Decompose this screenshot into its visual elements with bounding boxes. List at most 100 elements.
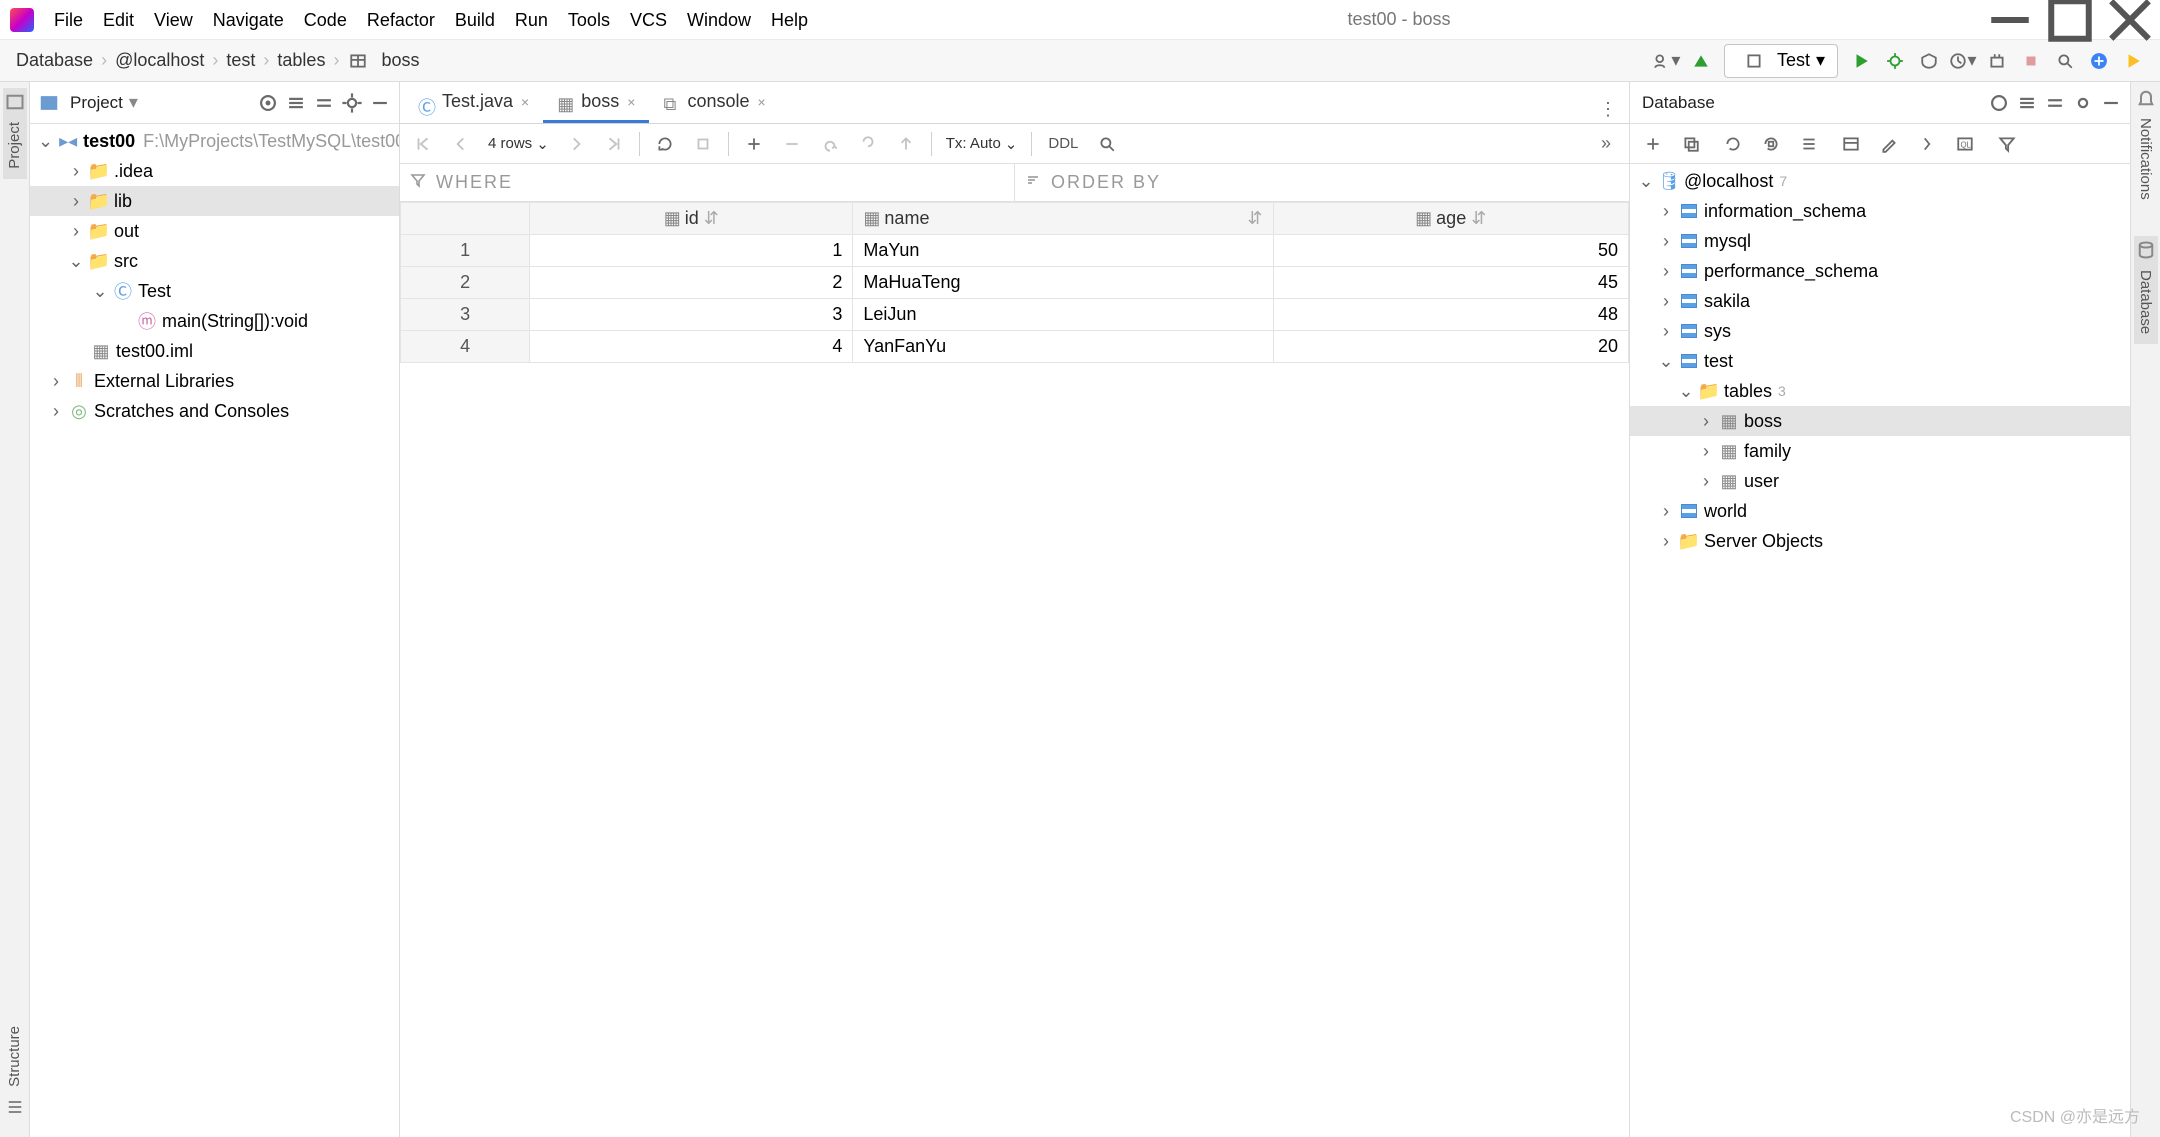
breadcrumb-item[interactable]: boss (375, 50, 425, 71)
datasource-node[interactable]: ⌄🛢@localhost7 (1630, 166, 2130, 196)
schema-node[interactable]: ›mysql (1630, 226, 2130, 256)
chevron-right-icon[interactable]: › (1698, 413, 1714, 429)
hide-icon[interactable] (369, 92, 391, 114)
stop-refresh-icon[interactable] (1757, 130, 1785, 158)
chevron-down-icon[interactable]: ⌄ (1678, 383, 1694, 399)
delete-row-icon[interactable] (778, 130, 806, 158)
result-table[interactable]: ▦id ⇵ ▦name ⇵ ▦age ⇵ 1 1 MaYun 502 2 MaH… (400, 202, 1629, 363)
tab-console[interactable]: ⧉console× (649, 83, 779, 123)
chevron-right-icon[interactable]: › (1698, 443, 1714, 459)
corner-cell[interactable] (401, 203, 530, 235)
tree-node[interactable]: ›⫴External Libraries (30, 366, 399, 396)
tree-node[interactable]: ›◎Scratches and Consoles (30, 396, 399, 426)
query-console-icon[interactable]: QL (1951, 130, 1979, 158)
gutter-notifications[interactable]: Notifications (2136, 88, 2156, 206)
schema-node[interactable]: ›world (1630, 496, 2130, 526)
tree-node[interactable]: ⌄ⒸTest (30, 276, 399, 306)
table-view-icon[interactable] (1837, 130, 1865, 158)
cell-age[interactable]: 20 (1273, 331, 1629, 363)
chevron-right-icon[interactable]: › (1658, 233, 1674, 249)
ddl-button[interactable]: DDL (1040, 135, 1086, 152)
prev-page-icon[interactable] (447, 130, 475, 158)
row-count[interactable]: 4 rows ⌄ (482, 135, 555, 153)
close-icon[interactable]: × (627, 94, 635, 110)
commit-icon[interactable] (854, 130, 882, 158)
chevron-down-icon[interactable]: ⌄ (38, 133, 53, 149)
hide-icon[interactable] (2100, 92, 2122, 114)
tab-test-java[interactable]: ⒸTest.java× (404, 83, 543, 123)
chevron-right-icon[interactable]: › (1658, 263, 1674, 279)
cell-id[interactable]: 1 (530, 235, 853, 267)
database-tree[interactable]: ⌄🛢@localhost7 ›information_schema ›mysql… (1630, 164, 2130, 1137)
collapse-all-icon[interactable] (313, 92, 335, 114)
breadcrumb-item[interactable]: test (220, 50, 261, 71)
debug-button[interactable] (1881, 47, 1909, 75)
cell-name[interactable]: MaYun (853, 235, 1273, 267)
table-row[interactable]: 1 1 MaYun 50 (401, 235, 1629, 267)
settings-icon[interactable] (341, 92, 363, 114)
coverage-button[interactable] (1915, 47, 1943, 75)
cell-age[interactable]: 45 (1273, 267, 1629, 299)
column-header-id[interactable]: ▦id ⇵ (530, 203, 853, 235)
menu-view[interactable]: View (144, 0, 203, 40)
close-icon[interactable]: × (521, 94, 529, 110)
row-number[interactable]: 4 (401, 331, 530, 363)
cell-name[interactable]: YanFanYu (853, 331, 1273, 363)
cell-name[interactable]: MaHuaTeng (853, 267, 1273, 299)
build-icon[interactable] (1687, 47, 1715, 75)
rollback-icon[interactable] (1795, 130, 1823, 158)
cell-id[interactable]: 4 (530, 331, 853, 363)
run-configuration[interactable]: Test ▾ (1724, 44, 1838, 78)
menu-edit[interactable]: Edit (93, 0, 144, 40)
chevron-down-icon[interactable]: ⌄ (1658, 353, 1674, 369)
cell-id[interactable]: 3 (530, 299, 853, 331)
table-row[interactable]: 3 3 LeiJun 48 (401, 299, 1629, 331)
add-datasource-icon[interactable] (1639, 130, 1667, 158)
table-row[interactable]: 4 4 YanFanYu 20 (401, 331, 1629, 363)
chevron-right-icon[interactable]: › (68, 163, 84, 179)
select-opened-icon[interactable] (1988, 92, 2010, 114)
chevron-right-icon[interactable]: › (1658, 323, 1674, 339)
reload-icon[interactable] (651, 130, 679, 158)
tree-node[interactable]: ⓜmain(String[]):void (30, 306, 399, 336)
table-node-family[interactable]: ›▦family (1630, 436, 2130, 466)
table-node-boss[interactable]: ›▦boss (1630, 406, 2130, 436)
last-page-icon[interactable] (600, 130, 628, 158)
first-page-icon[interactable] (409, 130, 437, 158)
maximize-button[interactable] (2040, 0, 2100, 40)
minimize-button[interactable] (1980, 0, 2040, 40)
next-page-icon[interactable] (562, 130, 590, 158)
close-button[interactable] (2100, 0, 2160, 40)
jump-to-console-icon[interactable] (1913, 130, 1941, 158)
select-opened-icon[interactable] (257, 92, 279, 114)
refresh-icon[interactable] (1719, 130, 1747, 158)
chevron-right-icon[interactable]: › (1658, 203, 1674, 219)
ide-features-icon[interactable] (2119, 47, 2147, 75)
cell-age[interactable]: 50 (1273, 235, 1629, 267)
server-objects-node[interactable]: ›📁Server Objects (1630, 526, 2130, 556)
menu-code[interactable]: Code (294, 0, 357, 40)
menu-build[interactable]: Build (445, 0, 505, 40)
stop-icon[interactable] (689, 130, 717, 158)
chevron-right-icon[interactable]: › (68, 223, 84, 239)
run-button[interactable] (1847, 47, 1875, 75)
chevron-right-icon[interactable]: › (1658, 293, 1674, 309)
search-icon[interactable] (2051, 47, 2079, 75)
duplicate-icon[interactable] (1677, 130, 1705, 158)
chevron-right-icon[interactable]: › (1698, 473, 1714, 489)
code-with-me-icon[interactable]: ▾ (1653, 47, 1681, 75)
more-tabs-icon[interactable]: ⋮ (1594, 95, 1622, 123)
tree-root[interactable]: ⌄ ▸◂ test00 F:\MyProjects\TestMySQL\test… (30, 126, 399, 156)
settings-icon[interactable] (2072, 92, 2094, 114)
add-row-icon[interactable] (740, 130, 768, 158)
stop-button[interactable] (2017, 47, 2045, 75)
submit-icon[interactable] (892, 130, 920, 158)
table-row[interactable]: 2 2 MaHuaTeng 45 (401, 267, 1629, 299)
schema-node[interactable]: ›sys (1630, 316, 2130, 346)
expand-all-icon[interactable] (2016, 92, 2038, 114)
orderby-filter[interactable]: ORDER BY (1014, 164, 1629, 201)
chevron-right-icon[interactable]: › (48, 403, 64, 419)
more-icon[interactable]: » (1592, 130, 1620, 158)
menu-refactor[interactable]: Refactor (357, 0, 445, 40)
menu-file[interactable]: File (44, 0, 93, 40)
